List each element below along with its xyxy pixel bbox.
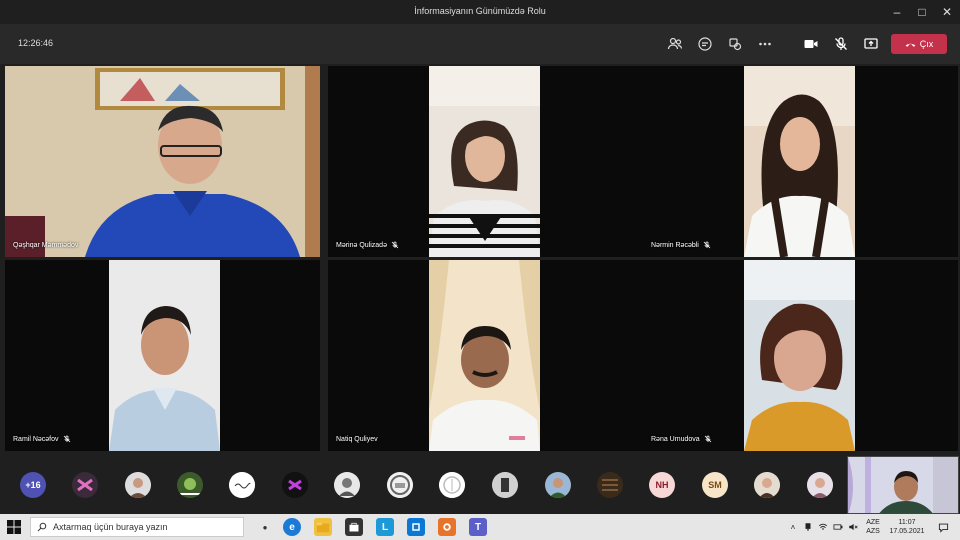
- participant-avatar[interactable]: [545, 472, 571, 498]
- more-participants-badge[interactable]: +16: [20, 472, 46, 498]
- meeting-toolbar: 12:26:46: [0, 24, 960, 64]
- participant-initials-avatar[interactable]: NH: [649, 472, 675, 498]
- title-bar: İnformasiyanın Günümüzdə Rolu – □ ✕: [0, 0, 960, 24]
- share-screen-icon[interactable]: [861, 34, 881, 54]
- windows-start-icon[interactable]: [6, 519, 22, 535]
- participant-avatar[interactable]: [177, 472, 203, 498]
- task-view-icon[interactable]: ●: [256, 518, 274, 536]
- tray-volume-muted-icon[interactable]: [847, 514, 859, 540]
- meeting-timer: 12:26:46: [18, 38, 54, 48]
- store-icon[interactable]: [345, 518, 363, 536]
- self-video-feed: [848, 457, 958, 513]
- leave-label: Çıx: [919, 39, 934, 49]
- mic-off-icon: [704, 435, 711, 443]
- video-tile[interactable]: Qəşhqar Məmmədov: [5, 66, 320, 257]
- tray-chevron-up-icon[interactable]: ˄: [787, 514, 799, 540]
- participant-name-label: Qəşhqar Məmmədov: [13, 242, 79, 249]
- tray-wifi-icon[interactable]: [817, 514, 829, 540]
- video-tile[interactable]: Mərinə Qulizadə: [328, 66, 643, 257]
- mic-off-icon: [63, 435, 70, 443]
- video-tile[interactable]: Rəna Umudova: [643, 260, 958, 451]
- phone-hangup-icon: [905, 43, 916, 47]
- teams-app-icon[interactable]: T: [469, 518, 487, 536]
- search-placeholder: Axtarmaq üçün buraya yazın: [53, 522, 168, 532]
- chat-icon[interactable]: [695, 34, 715, 54]
- participant-avatar[interactable]: [597, 472, 623, 498]
- app-l-icon[interactable]: L: [376, 518, 394, 536]
- participant-avatar[interactable]: [387, 472, 413, 498]
- participant-strip: +16 NH SM: [0, 456, 960, 514]
- participant-avatar[interactable]: [754, 472, 780, 498]
- taskbar-clock[interactable]: 11:07 17.05.2021: [887, 514, 927, 540]
- participant-video: [429, 66, 540, 257]
- participant-name-label: Nərmin Rəcəbli: [651, 241, 711, 249]
- minimize-icon[interactable]: –: [885, 2, 909, 22]
- search-icon: [37, 522, 47, 532]
- file-explorer-icon[interactable]: [314, 518, 332, 536]
- participant-name-label: Natiq Quliyev: [336, 436, 378, 443]
- self-view-video[interactable]: [847, 456, 959, 514]
- participant-video: [5, 66, 320, 257]
- participant-avatar[interactable]: [282, 472, 308, 498]
- maximize-icon[interactable]: □: [910, 2, 934, 22]
- app-orange-icon[interactable]: [438, 518, 456, 536]
- camera-icon[interactable]: [801, 34, 821, 54]
- participant-video: [744, 66, 855, 257]
- input-language-indicator[interactable]: AZE AZS: [862, 514, 884, 540]
- more-options-icon[interactable]: [755, 34, 775, 54]
- tray-battery-icon[interactable]: [832, 514, 844, 540]
- participant-video: [429, 260, 540, 451]
- mic-muted-icon[interactable]: [831, 34, 851, 54]
- participant-name-label: Ramil Nəcəfov: [13, 435, 71, 443]
- participant-avatar[interactable]: [439, 472, 465, 498]
- mic-off-icon: [391, 241, 399, 249]
- tray-network-icon[interactable]: [802, 514, 814, 540]
- participant-avatar[interactable]: [72, 472, 98, 498]
- video-tile[interactable]: Ramil Nəcəfov: [5, 260, 320, 451]
- mic-off-icon: [703, 241, 711, 249]
- leave-button[interactable]: Çıx: [891, 34, 947, 54]
- participant-avatar[interactable]: [334, 472, 360, 498]
- reactions-icon[interactable]: [725, 34, 745, 54]
- edge-browser-icon[interactable]: e: [283, 518, 301, 536]
- participant-avatar[interactable]: [807, 472, 833, 498]
- close-icon[interactable]: ✕: [935, 2, 959, 22]
- windows-taskbar: Axtarmaq üçün buraya yazın ● e L T ˄ AZE…: [0, 514, 960, 540]
- taskbar-search-box[interactable]: Axtarmaq üçün buraya yazın: [30, 517, 244, 537]
- participant-name-label: Rəna Umudova: [651, 435, 712, 443]
- participants-icon[interactable]: [665, 34, 685, 54]
- video-tile[interactable]: Nərmin Rəcəbli: [643, 66, 958, 257]
- window-title: İnformasiyanın Günümüzdə Rolu: [414, 6, 546, 16]
- participant-video: [109, 260, 220, 451]
- participant-video: [744, 260, 855, 451]
- participant-avatar[interactable]: [125, 472, 151, 498]
- notifications-icon[interactable]: [935, 514, 951, 540]
- teams-meeting-window: İnformasiyanın Günümüzdə Rolu – □ ✕ 12:2…: [0, 0, 960, 540]
- app-blue-square-icon[interactable]: [407, 518, 425, 536]
- participant-avatar[interactable]: [229, 472, 255, 498]
- participant-avatar[interactable]: [492, 472, 518, 498]
- participant-initials-avatar[interactable]: SM: [702, 472, 728, 498]
- video-tile[interactable]: Natiq Quliyev: [328, 260, 643, 451]
- participant-name-label: Mərinə Qulizadə: [336, 241, 399, 249]
